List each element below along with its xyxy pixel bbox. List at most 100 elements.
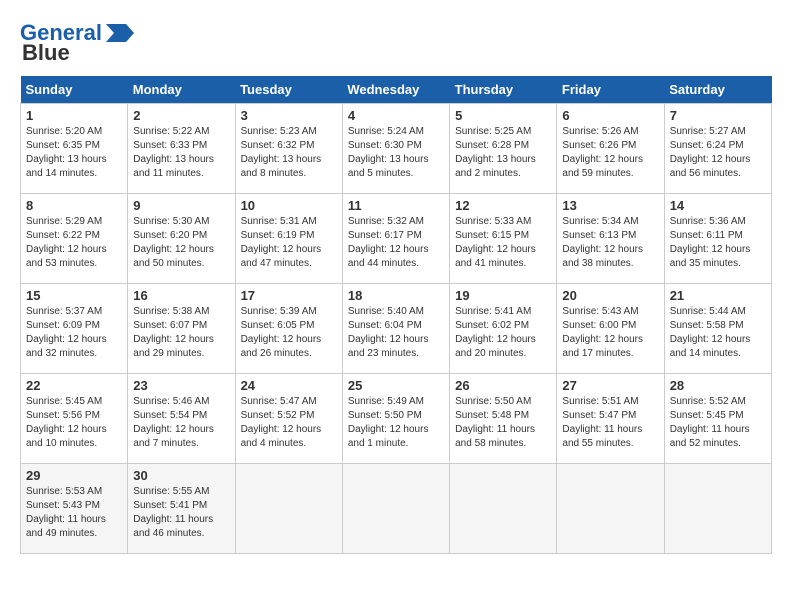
day-number: 26 [455,378,551,393]
calendar-cell: 30Sunrise: 5:55 AM Sunset: 5:41 PM Dayli… [128,464,235,554]
calendar-cell: 7 Sunrise: 5:27 AM Sunset: 6:24 PM Daylig… [664,104,771,194]
day-header-thursday: Thursday [450,76,557,104]
day-header-sunday: Sunday [21,76,128,104]
day-number: 18 [348,288,444,303]
day-number: 28 [670,378,766,393]
day-number: 1 [26,108,122,123]
calendar-cell: 13 Sunrise: 5:34 AM Sunset: 6:13 PM Dayli… [557,194,664,284]
day-number: 29 [26,468,122,483]
logo-arrow-icon [106,24,134,42]
calendar-cell [342,464,449,554]
day-info: Sunrise: 5:53 AM Sunset: 5:43 PM Dayligh… [26,485,122,541]
day-number: 25 [348,378,444,393]
calendar-cell: 8 Sunrise: 5:29 AM Sunset: 6:22 PM Daylig… [21,194,128,284]
calendar-cell: 18 Sunrise: 5:40 AM Sunset: 6:04 PM Dayli… [342,284,449,374]
calendar-cell: 21 Sunrise: 5:44 AM Sunset: 5:58 PM Dayli… [664,284,771,374]
calendar-table: SundayMondayTuesdayWednesdayThursdayFrid… [20,76,772,554]
day-info: Sunrise: 5:26 AM Sunset: 6:26 PM Dayligh… [562,125,658,181]
day-info: Sunrise: 5:40 AM Sunset: 6:04 PM Dayligh… [348,305,444,361]
day-info: Sunrise: 5:38 AM Sunset: 6:07 PM Dayligh… [133,305,229,361]
day-number: 27 [562,378,658,393]
calendar-cell: 14Sunrise: 5:36 AM Sunset: 6:11 PM Dayli… [664,194,771,284]
day-info: Sunrise: 5:25 AM Sunset: 6:28 PM Dayligh… [455,125,551,181]
calendar-cell: 24 Sunrise: 5:47 AM Sunset: 5:52 PM Dayli… [235,374,342,464]
week-row-4: 22 Sunrise: 5:45 AM Sunset: 5:56 PM Dayli… [21,374,772,464]
day-info: Sunrise: 5:20 AM Sunset: 6:35 PM Dayligh… [26,125,122,181]
calendar-cell: 11 Sunrise: 5:32 AM Sunset: 6:17 PM Dayli… [342,194,449,284]
calendar-cell: 10Sunrise: 5:31 AM Sunset: 6:19 PM Dayli… [235,194,342,284]
calendar-cell: 15 Sunrise: 5:37 AM Sunset: 6:09 PM Dayli… [21,284,128,374]
day-number: 16 [133,288,229,303]
day-number: 22 [26,378,122,393]
day-info: Sunrise: 5:23 AM Sunset: 6:32 PM Dayligh… [241,125,337,181]
week-row-3: 15 Sunrise: 5:37 AM Sunset: 6:09 PM Dayli… [21,284,772,374]
day-number: 24 [241,378,337,393]
day-number: 11 [348,198,444,213]
calendar-cell [557,464,664,554]
calendar-cell: 9 Sunrise: 5:30 AM Sunset: 6:20 PM Daylig… [128,194,235,284]
week-row-2: 8 Sunrise: 5:29 AM Sunset: 6:22 PM Daylig… [21,194,772,284]
day-info: Sunrise: 5:45 AM Sunset: 5:56 PM Dayligh… [26,395,122,451]
day-number: 19 [455,288,551,303]
day-info: Sunrise: 5:22 AM Sunset: 6:33 PM Dayligh… [133,125,229,181]
day-number: 7 [670,108,766,123]
calendar-cell: 22 Sunrise: 5:45 AM Sunset: 5:56 PM Dayli… [21,374,128,464]
calendar-cell: 20 Sunrise: 5:43 AM Sunset: 6:00 PM Dayli… [557,284,664,374]
day-number: 23 [133,378,229,393]
calendar-cell: 3 Sunrise: 5:23 AM Sunset: 6:32 PM Daylig… [235,104,342,194]
day-info: Sunrise: 5:46 AM Sunset: 5:54 PM Dayligh… [133,395,229,451]
day-number: 9 [133,198,229,213]
day-number: 12 [455,198,551,213]
calendar-cell: 29 Sunrise: 5:53 AM Sunset: 5:43 PM Dayli… [21,464,128,554]
day-header-saturday: Saturday [664,76,771,104]
day-info: Sunrise: 5:55 AM Sunset: 5:41 PM Dayligh… [133,485,229,541]
calendar-cell: 5 Sunrise: 5:25 AM Sunset: 6:28 PM Daylig… [450,104,557,194]
calendar-cell: 17Sunrise: 5:39 AM Sunset: 6:05 PM Dayli… [235,284,342,374]
calendar-cell [450,464,557,554]
day-info: Sunrise: 5:27 AM Sunset: 6:24 PM Dayligh… [670,125,766,181]
day-number: 5 [455,108,551,123]
calendar-cell [664,464,771,554]
day-header-wednesday: Wednesday [342,76,449,104]
day-info: Sunrise: 5:32 AM Sunset: 6:17 PM Dayligh… [348,215,444,271]
day-info: Sunrise: 5:47 AM Sunset: 5:52 PM Dayligh… [241,395,337,451]
calendar-cell: 6 Sunrise: 5:26 AM Sunset: 6:26 PM Daylig… [557,104,664,194]
calendar-cell: 16 Sunrise: 5:38 AM Sunset: 6:07 PM Dayli… [128,284,235,374]
day-number: 10 [241,198,337,213]
day-header-monday: Monday [128,76,235,104]
day-number: 2 [133,108,229,123]
calendar-cell: 12 Sunrise: 5:33 AM Sunset: 6:15 PM Dayli… [450,194,557,284]
day-info: Sunrise: 5:49 AM Sunset: 5:50 PM Dayligh… [348,395,444,451]
day-info: Sunrise: 5:37 AM Sunset: 6:09 PM Dayligh… [26,305,122,361]
calendar-cell: 1 Sunrise: 5:20 AM Sunset: 6:35 PM Daylig… [21,104,128,194]
logo-blue-text: Blue [22,40,70,66]
calendar-header-row: SundayMondayTuesdayWednesdayThursdayFrid… [21,76,772,104]
calendar-cell: 23 Sunrise: 5:46 AM Sunset: 5:54 PM Dayli… [128,374,235,464]
day-info: Sunrise: 5:29 AM Sunset: 6:22 PM Dayligh… [26,215,122,271]
week-row-1: 1 Sunrise: 5:20 AM Sunset: 6:35 PM Daylig… [21,104,772,194]
day-number: 8 [26,198,122,213]
day-number: 13 [562,198,658,213]
day-info: Sunrise: 5:33 AM Sunset: 6:15 PM Dayligh… [455,215,551,271]
calendar-cell: 19 Sunrise: 5:41 AM Sunset: 6:02 PM Dayli… [450,284,557,374]
day-info: Sunrise: 5:41 AM Sunset: 6:02 PM Dayligh… [455,305,551,361]
logo: General Blue [20,20,134,66]
day-info: Sunrise: 5:36 AM Sunset: 6:11 PM Dayligh… [670,215,766,271]
day-info: Sunrise: 5:39 AM Sunset: 6:05 PM Dayligh… [241,305,337,361]
day-info: Sunrise: 5:50 AM Sunset: 5:48 PM Dayligh… [455,395,551,451]
calendar-cell: 28 Sunrise: 5:52 AM Sunset: 5:45 PM Dayli… [664,374,771,464]
day-info: Sunrise: 5:24 AM Sunset: 6:30 PM Dayligh… [348,125,444,181]
day-info: Sunrise: 5:52 AM Sunset: 5:45 PM Dayligh… [670,395,766,451]
calendar-cell: 26 Sunrise: 5:50 AM Sunset: 5:48 PM Dayli… [450,374,557,464]
day-header-tuesday: Tuesday [235,76,342,104]
day-number: 21 [670,288,766,303]
day-number: 20 [562,288,658,303]
calendar-cell [235,464,342,554]
day-info: Sunrise: 5:34 AM Sunset: 6:13 PM Dayligh… [562,215,658,271]
day-info: Sunrise: 5:30 AM Sunset: 6:20 PM Dayligh… [133,215,229,271]
day-info: Sunrise: 5:43 AM Sunset: 6:00 PM Dayligh… [562,305,658,361]
day-number: 15 [26,288,122,303]
day-number: 6 [562,108,658,123]
day-number: 3 [241,108,337,123]
day-info: Sunrise: 5:44 AM Sunset: 5:58 PM Dayligh… [670,305,766,361]
